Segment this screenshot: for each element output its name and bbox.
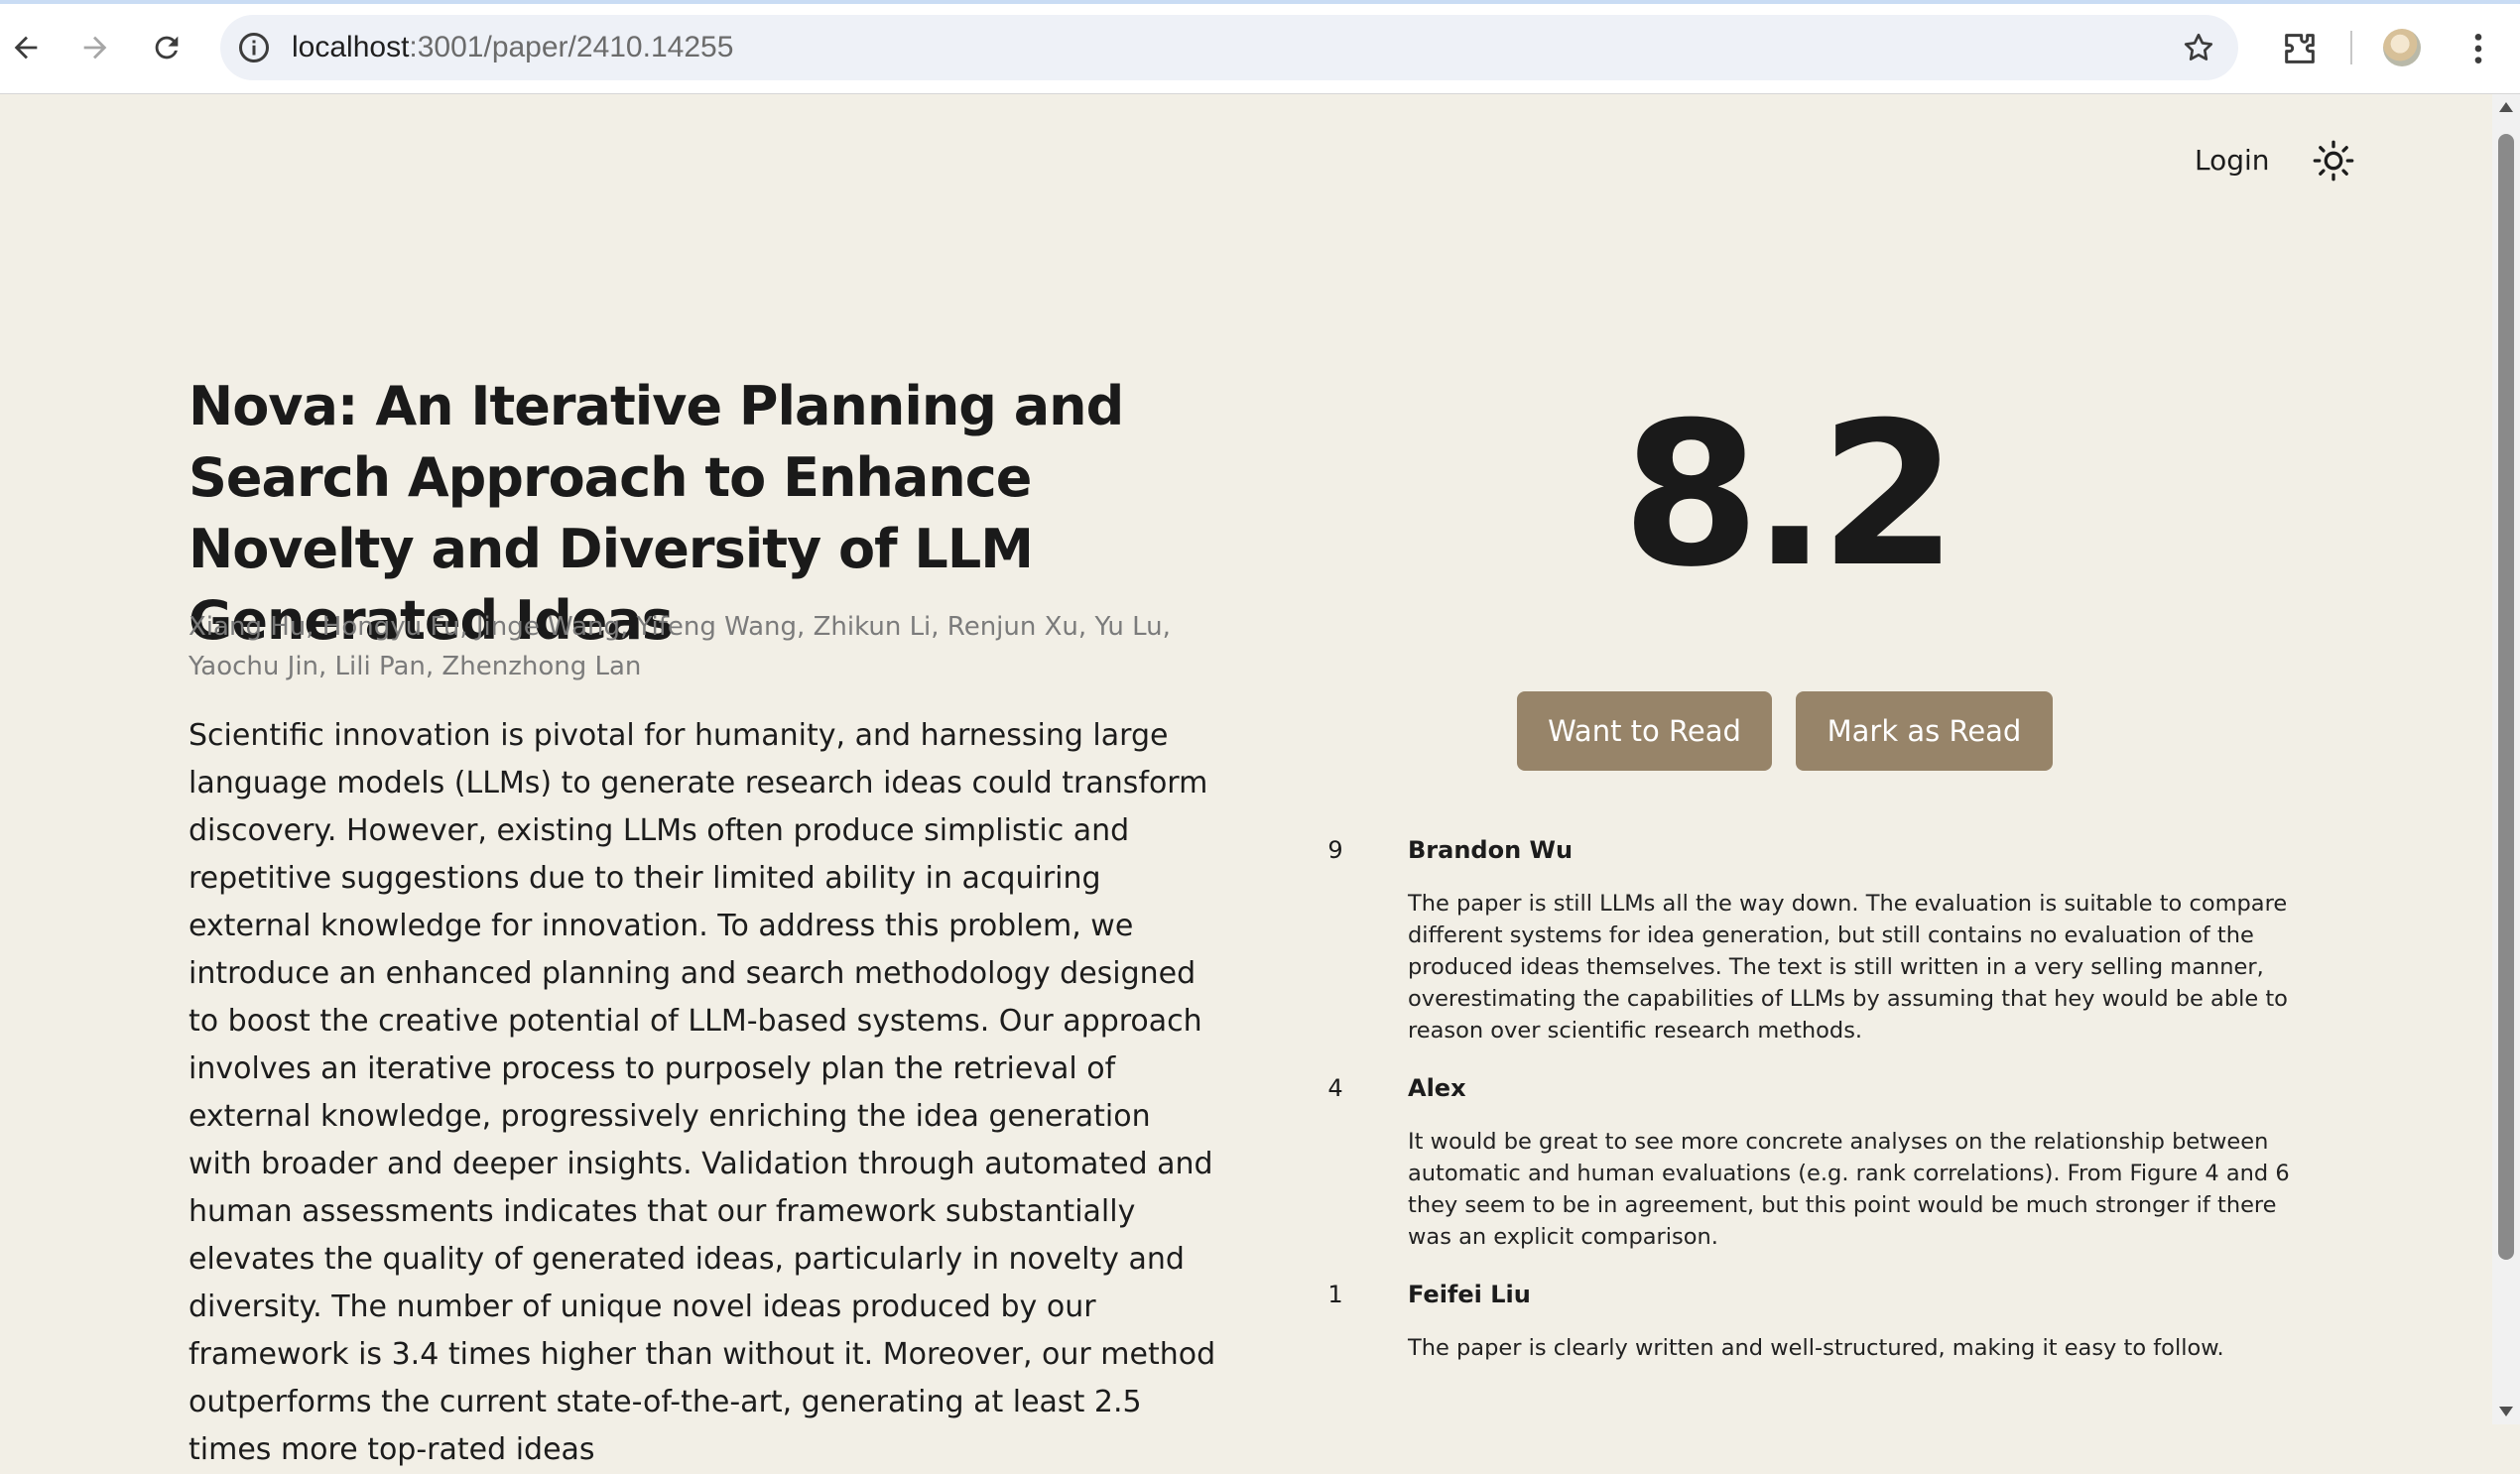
address-bar[interactable]: localhost:3001/paper/2410.14255 — [220, 15, 2238, 80]
puzzle-icon[interactable] — [2280, 29, 2320, 68]
reload-button[interactable] — [141, 22, 192, 73]
reviewer-name: Brandon Wu — [1408, 836, 1574, 864]
info-icon[interactable] — [236, 30, 272, 65]
forward-button[interactable] — [69, 22, 121, 73]
paper-authors: Xiang Hu, Hongyu Fu, Jinge Wang, Yifeng … — [189, 612, 1171, 681]
reviewer-name: Alex — [1408, 1074, 1466, 1102]
want-to-read-button[interactable]: Want to Read — [1517, 691, 1772, 771]
reviewer-name: Feifei Liu — [1408, 1281, 1531, 1308]
arrow-left-icon — [14, 36, 38, 60]
kebab-menu-icon[interactable] — [2458, 29, 2498, 68]
review-comment: The paper is still LLMs all the way down… — [1408, 891, 2288, 1044]
url-host: localhost — [292, 31, 410, 63]
login-link[interactable]: Login — [2195, 139, 2270, 183]
toolbar-divider — [2350, 31, 2352, 64]
arrow-right-icon — [83, 36, 107, 60]
scroll-thumb[interactable] — [2498, 134, 2514, 1260]
paper-score: 8.2 — [1621, 380, 1957, 611]
mark-as-read-button[interactable]: Mark as Read — [1796, 691, 2053, 771]
scroll-up-arrow-icon[interactable] — [2499, 102, 2513, 112]
page-scrollbar[interactable] — [2492, 94, 2520, 1424]
tab-strip-edge — [0, 0, 2520, 4]
browser-toolbar: localhost:3001/paper/2410.14255 — [0, 0, 2520, 94]
star-icon[interactable] — [2181, 30, 2216, 65]
scroll-down-arrow-icon[interactable] — [2499, 1407, 2513, 1416]
url-path: :3001/paper/2410.14255 — [409, 31, 734, 63]
url-text[interactable]: localhost:3001/paper/2410.14255 — [292, 15, 733, 80]
profile-avatar[interactable] — [2383, 29, 2421, 66]
review-rating: 9 — [1327, 836, 1343, 864]
review-comment: It would be great to see more concrete a… — [1408, 1129, 2290, 1250]
review-comment: The paper is clearly written and well-st… — [1408, 1335, 2224, 1361]
sun-icon[interactable] — [2312, 139, 2355, 183]
review-rating: 4 — [1327, 1074, 1343, 1102]
reload-icon — [155, 36, 179, 60]
back-button[interactable] — [0, 22, 52, 73]
review-rating: 1 — [1327, 1281, 1343, 1308]
paper-abstract: Scientific innovation is pivotal for hum… — [189, 718, 1216, 1467]
